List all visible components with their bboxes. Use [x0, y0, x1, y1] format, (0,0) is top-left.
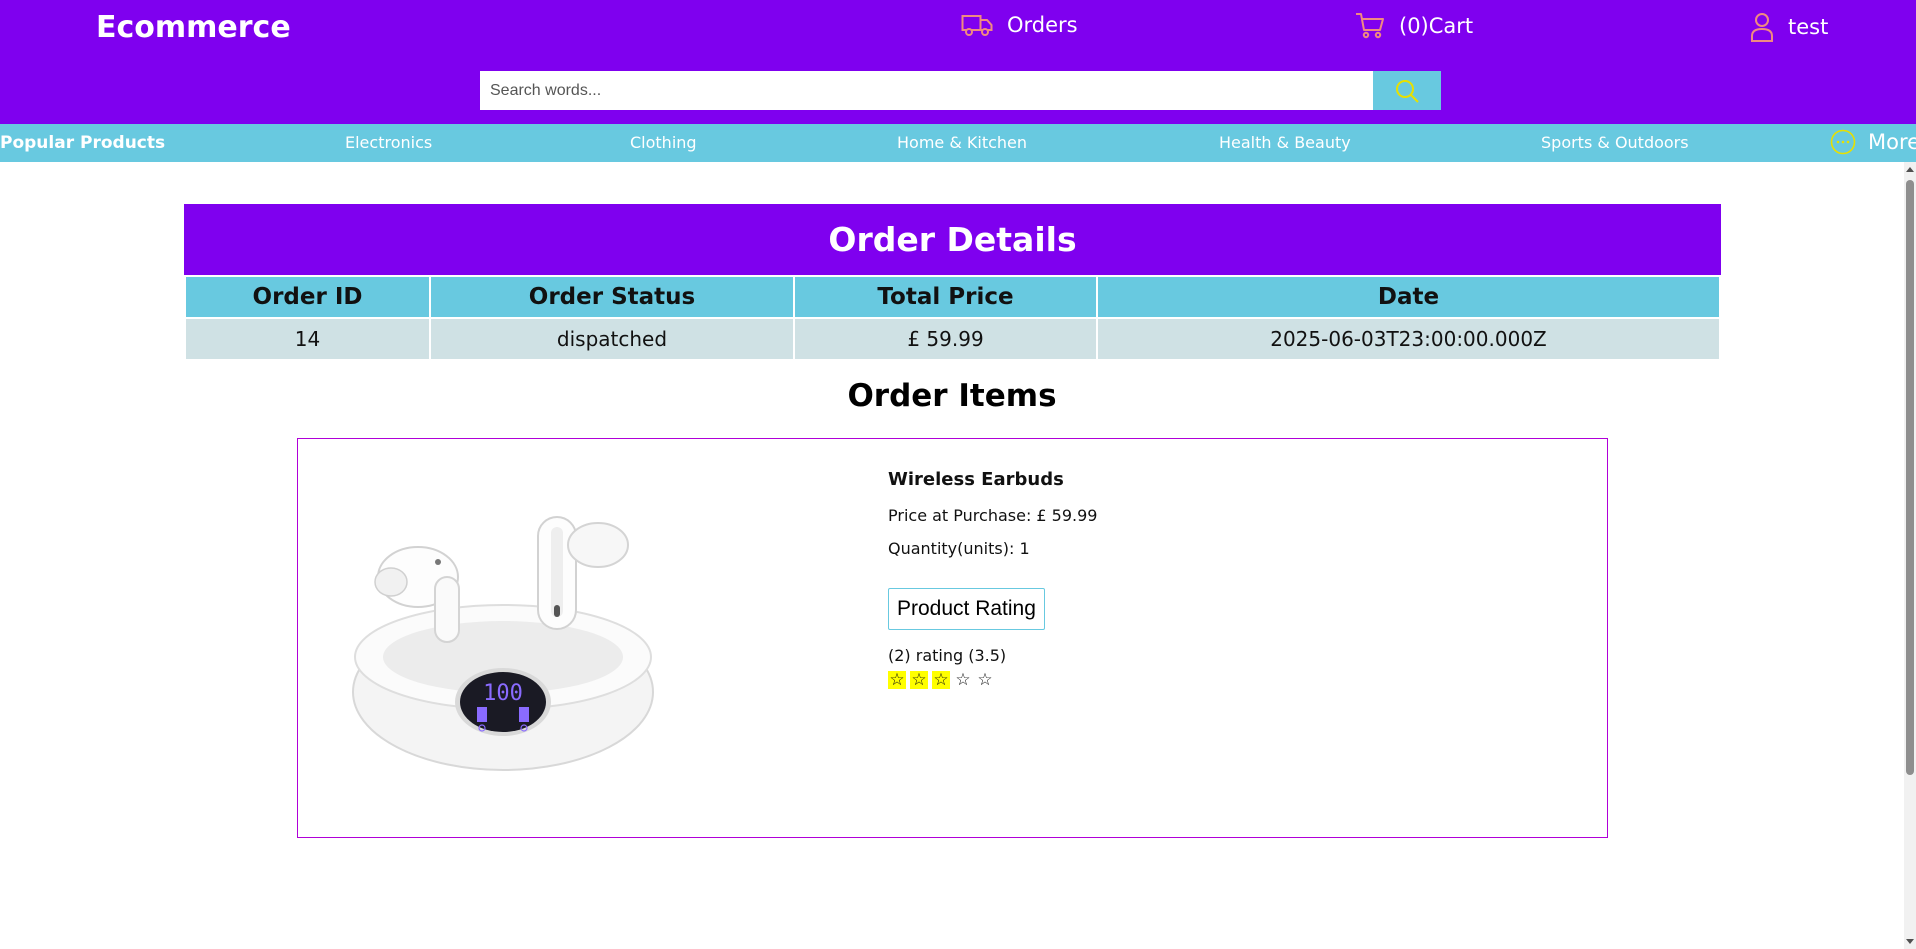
rating-stars: ☆ ☆ ☆ ☆ ☆: [888, 671, 1097, 689]
star-icon: ☆: [932, 669, 950, 690]
user-link[interactable]: test: [1750, 12, 1828, 42]
orders-label: Orders: [1007, 13, 1078, 37]
item-info: Wireless Earbuds Price at Purchase: £ 59…: [888, 469, 1097, 689]
page-scrollbar[interactable]: [1904, 162, 1916, 949]
category-more[interactable]: More: [1830, 129, 1916, 155]
scroll-down-icon[interactable]: [1906, 939, 1914, 944]
scrollbar-thumb[interactable]: [1906, 180, 1914, 775]
item-quantity: Quantity(units): 1: [888, 539, 1030, 558]
rating-summary: (2) rating (3.5): [888, 646, 1007, 665]
cart-icon: [1356, 13, 1384, 39]
star-icon: ☆: [888, 669, 906, 690]
search-button[interactable]: [1373, 71, 1441, 110]
category-electronics[interactable]: Electronics: [345, 133, 432, 152]
user-icon: [1751, 13, 1773, 42]
star-icon: ☆: [977, 669, 993, 690]
category-sports-outdoors[interactable]: Sports & Outdoors: [1541, 133, 1689, 152]
orders-link[interactable]: Orders: [961, 12, 1078, 38]
site-logo[interactable]: Ecommerce: [96, 10, 291, 45]
order-item-card: 100 Wireless Earbuds Price at Purchase: …: [297, 438, 1608, 838]
category-clothing[interactable]: Clothing: [630, 133, 697, 152]
truck-icon: [961, 15, 993, 36]
search-bar: [480, 71, 1441, 110]
item-price: Price at Purchase: £ 59.99: [888, 506, 1098, 525]
search-icon: [1396, 79, 1419, 103]
column-total-price: Total Price: [793, 275, 1098, 319]
category-home-kitchen[interactable]: Home & Kitchen: [897, 133, 1027, 152]
date-value: 2025-06-03T23:00:00.000Z: [1096, 317, 1721, 361]
column-order-status: Order Status: [429, 275, 795, 319]
item-name: Wireless Earbuds: [888, 469, 1064, 490]
case-display-text: 100: [483, 681, 523, 706]
cart-link[interactable]: (0)Cart: [1355, 12, 1473, 40]
table-header-row: Order ID Order Status Total Price Date: [184, 275, 1721, 319]
total-price-value: £ 59.99: [793, 317, 1098, 361]
scroll-up-icon[interactable]: [1906, 167, 1914, 172]
cart-label: (0)Cart: [1399, 14, 1474, 38]
more-label: More: [1868, 130, 1916, 154]
order-items-title: Order Items: [847, 378, 1057, 414]
product-rating-button[interactable]: Product Rating: [888, 588, 1045, 630]
more-icon: [1830, 129, 1856, 155]
order-details-title: Order Details: [184, 204, 1721, 275]
order-details-table: Order ID Order Status Total Price Date 1…: [184, 275, 1721, 361]
category-bar: Popular Products Electronics Clothing Ho…: [0, 124, 1916, 162]
order-status-value: dispatched: [429, 317, 795, 361]
category-health-beauty[interactable]: Health & Beauty: [1219, 133, 1351, 152]
column-date: Date: [1096, 275, 1721, 319]
product-image: 100: [352, 516, 654, 771]
column-order-id: Order ID: [184, 275, 431, 319]
site-header: Ecommerce Orders (0)Cart test: [0, 0, 1916, 124]
category-popular-products[interactable]: Popular Products: [0, 133, 165, 153]
user-label: test: [1788, 15, 1829, 39]
order-id-value: 14: [184, 317, 431, 361]
star-icon: ☆: [955, 669, 971, 690]
star-icon: ☆: [910, 669, 928, 690]
search-input[interactable]: [480, 71, 1373, 110]
table-row: 14 dispatched £ 59.99 2025-06-03T23:00:0…: [184, 317, 1721, 361]
